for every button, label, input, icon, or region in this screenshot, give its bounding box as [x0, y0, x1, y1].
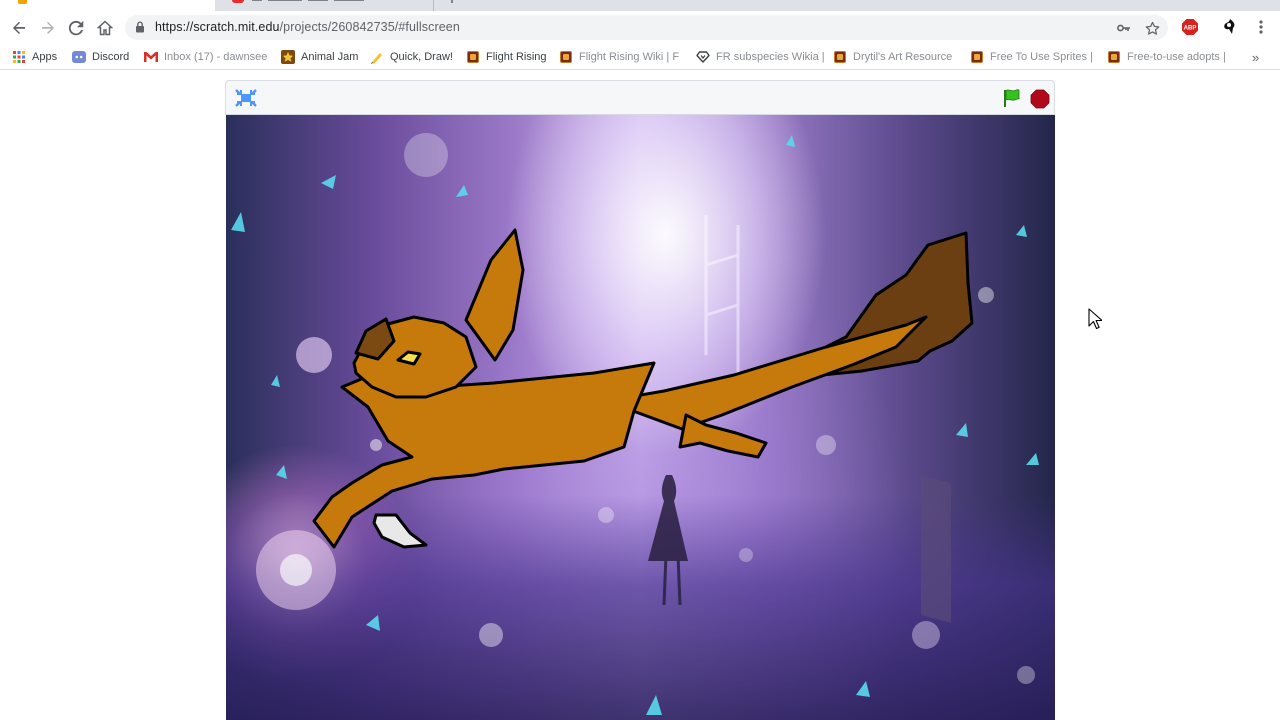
bookmark-flight-rising-wiki[interactable]: Flight Rising Wiki | F — [559, 48, 679, 66]
address-bar[interactable]: https://scratch.mit.edu/projects/2608427… — [125, 15, 1168, 40]
exit-fullscreen-button[interactable] — [234, 88, 258, 108]
bookmark-label: FR subspecies Wikia | — [716, 51, 825, 63]
browser-toolbar: https://scratch.mit.edu/projects/2608427… — [0, 11, 1280, 44]
bookmark-inbox[interactable]: Inbox (17) - dawnsee — [144, 48, 267, 66]
home-icon — [97, 20, 113, 36]
backdrop-figure — [648, 475, 688, 606]
bookmark-free-sprites[interactable]: Free To Use Sprites | — [970, 48, 1093, 66]
tab-title — [252, 0, 392, 3]
tab-inactive-2[interactable] — [436, 0, 456, 11]
stop-button[interactable] — [1030, 89, 1050, 109]
animal-jam-icon — [281, 50, 295, 64]
bookmark-label: Discord — [92, 51, 130, 63]
bookmark-label: Animal Jam — [301, 51, 359, 63]
project-stage[interactable] — [226, 115, 1055, 720]
reload-icon — [68, 20, 84, 36]
backdrop-tower — [704, 215, 740, 375]
bookmark-apps[interactable]: Apps — [12, 48, 57, 66]
bookmark-drytil-art[interactable]: Drytil's Art Resource — [833, 48, 952, 66]
youtube-tab-icon — [232, 0, 244, 3]
adblock-label: ABP — [1184, 26, 1197, 32]
fox-sprite — [312, 228, 974, 549]
bookmark-animal-jam[interactable]: Animal Jam — [281, 48, 358, 66]
bookmark-label: Flight Rising — [486, 51, 547, 63]
bookmark-label: Drytil's Art Resource — [853, 51, 953, 63]
bookmark-fr-subspecies[interactable]: FR subspecies Wikia | — [696, 48, 825, 66]
backdrop-gravestone — [921, 475, 951, 623]
stage-artwork — [231, 133, 1039, 715]
bookmark-label: Quick, Draw! — [390, 51, 453, 63]
more-vertical-icon — [1259, 20, 1263, 34]
extension-icon — [1224, 19, 1235, 34]
mouse-cursor-icon — [1088, 308, 1102, 330]
stop-sign-icon — [1030, 89, 1050, 109]
key-icon[interactable] — [1116, 20, 1132, 36]
bookmark-free-adopts[interactable]: Free-to-use adopts | — [1107, 48, 1226, 66]
gmail-icon — [144, 50, 158, 64]
lock-icon — [136, 21, 144, 33]
bookmark-label: Inbox (17) - dawnsee — [164, 51, 268, 63]
scratch-tab-icon — [18, 0, 27, 4]
bookmark-discord[interactable]: Discord — [72, 48, 129, 66]
bookmark-label: Free-to-use adopts | — [1127, 51, 1226, 63]
bookmarks-overflow-button[interactable]: » — [1252, 50, 1259, 65]
url-path: /projects/260842735/#fullscreen — [279, 20, 460, 34]
back-button[interactable] — [6, 16, 32, 40]
browser-menu-button[interactable] — [1251, 17, 1271, 37]
star-icon[interactable] — [1144, 20, 1160, 36]
player-controls-bar — [225, 80, 1055, 115]
wikia-icon — [696, 50, 710, 64]
green-flag-icon — [1004, 89, 1020, 107]
bookmark-label: Flight Rising Wiki | F — [579, 51, 680, 63]
flight-rising-icon — [970, 50, 984, 64]
home-button[interactable] — [92, 16, 118, 40]
url-domain: https://scratch.mit.edu — [155, 20, 280, 34]
apps-grid-icon — [12, 50, 26, 64]
flight-rising-icon — [466, 50, 480, 64]
bookmark-flight-rising[interactable]: Flight Rising — [466, 48, 547, 66]
reload-button[interactable] — [63, 16, 89, 40]
green-flag-button[interactable] — [1002, 88, 1022, 108]
flight-rising-icon — [833, 50, 847, 64]
forward-arrow-icon — [42, 21, 54, 34]
quick-draw-icon — [370, 50, 384, 64]
tab-strip — [0, 0, 1280, 11]
adblock-plus-icon: ABP — [1182, 19, 1198, 35]
flight-rising-icon — [1107, 50, 1121, 64]
discord-icon — [72, 50, 86, 64]
adblock-extension-button[interactable]: ABP — [1180, 17, 1200, 37]
tab-inactive[interactable] — [222, 0, 434, 11]
bookmark-label: Apps — [32, 51, 58, 63]
extension-button[interactable] — [1220, 17, 1240, 37]
bookmarks-bar: Apps Discord Inbox (17) - dawnsee Animal… — [0, 44, 1280, 70]
flight-rising-icon — [559, 50, 573, 64]
bookmark-quick-draw[interactable]: Quick, Draw! — [370, 48, 453, 66]
back-arrow-icon — [13, 21, 25, 34]
url-text: https://scratch.mit.edu/projects/2608427… — [155, 20, 460, 34]
tab-active[interactable] — [0, 0, 215, 11]
forward-button[interactable] — [35, 16, 61, 40]
scratch-player — [225, 80, 1055, 720]
exit-fullscreen-icon — [235, 89, 257, 107]
bookmark-label: Free To Use Sprites | — [990, 51, 1093, 63]
